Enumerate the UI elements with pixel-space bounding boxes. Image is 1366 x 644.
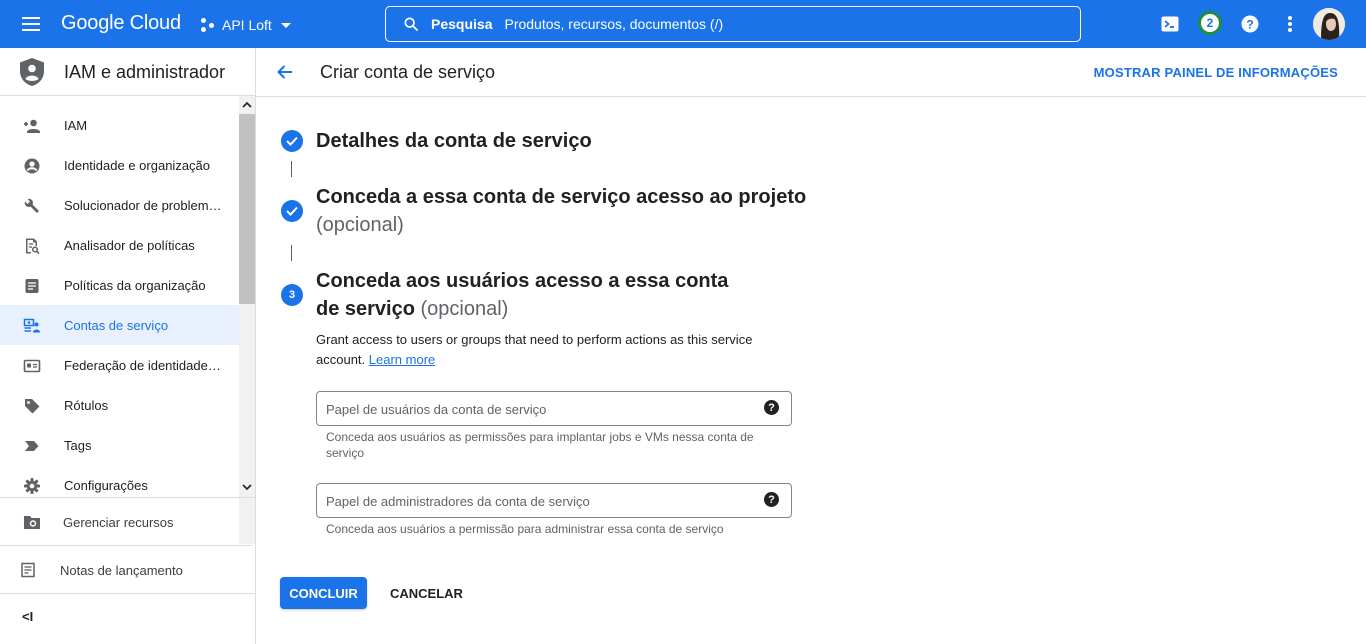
release-notes-label: Notas de lançamento: [60, 563, 183, 578]
folder-gear-icon: [24, 516, 40, 529]
document-icon: [25, 279, 39, 293]
sidebar-item-labels[interactable]: Rótulos: [0, 385, 239, 425]
scroll-up-icon[interactable]: [241, 99, 253, 111]
sidebar-item-label: Rótulos: [64, 398, 109, 413]
sidebar-item-label: Contas de serviço: [64, 318, 169, 333]
scroll-down-icon[interactable]: [241, 481, 253, 493]
step-connector: [291, 245, 292, 261]
step-3-title-text: Conceda aos usuários acesso a essa conta…: [316, 270, 729, 320]
service-account-admins-role-field[interactable]: Papel de administradores da conta de ser…: [316, 483, 792, 518]
divider: [0, 593, 255, 594]
release-notes-link[interactable]: Notas de lançamento: [0, 545, 252, 593]
id-card-icon: [23, 359, 41, 373]
project-selector[interactable]: API Loft: [201, 14, 291, 36]
sidebar-item-label: Identidade e organização: [64, 158, 211, 173]
wrench-icon: [24, 198, 39, 213]
field-hint: Conceda aos usuários as permissões para …: [326, 430, 754, 460]
cancel-button[interactable]: CANCELAR: [390, 586, 463, 601]
service-account-users-role-field[interactable]: Papel de usuários da conta de serviço ?: [316, 391, 792, 426]
help-icon[interactable]: ?: [764, 400, 779, 415]
field-hint: Conceda aos usuários a permissão para ad…: [326, 522, 724, 536]
optional-label: (opcional): [420, 298, 509, 320]
sidebar-header: IAM e administrador: [0, 48, 255, 96]
learn-more-link[interactable]: Learn more: [369, 352, 435, 367]
sidebar-title: IAM e administrador: [64, 62, 226, 82]
project-icon: [201, 18, 215, 32]
step-1-title[interactable]: Detalhes da conta de serviço: [316, 127, 816, 155]
cloud-shell-icon[interactable]: [1158, 12, 1182, 36]
label-icon: [25, 399, 40, 414]
help-icon[interactable]: ?: [764, 492, 779, 507]
search-label: Pesquisa: [431, 16, 493, 32]
more-vert-icon[interactable]: [1278, 12, 1302, 36]
manage-resources-link[interactable]: Gerenciar recursos: [0, 497, 255, 545]
sidebar: IAM e administrador IAM Identidade e org…: [0, 48, 256, 644]
sidebar-item-label: Tags: [64, 438, 92, 453]
manage-resources-label: Gerenciar recursos: [63, 515, 174, 530]
sidebar-scrollbar-thumb[interactable]: [239, 114, 255, 304]
sidebar-item-workload-federation[interactable]: Federação de identidade da carga: [0, 345, 239, 385]
search-input[interactable]: Produtos, recursos, documentos (/): [504, 16, 723, 32]
sidebar-item-label: Analisador de políticas: [64, 238, 195, 253]
sidebar-item-identity[interactable]: Identidade e organização: [0, 145, 239, 185]
policy-analyzer-icon: [26, 238, 40, 255]
step-2-title[interactable]: Conceda a essa conta de serviço acesso a…: [316, 183, 816, 239]
service-account-icon: [23, 318, 40, 333]
field-placeholder: Papel de usuários da conta de serviço: [326, 402, 547, 417]
sidebar-nav: IAM Identidade e organização Solucionado…: [0, 105, 239, 543]
sidebar-item-label: Federação de identidade da carga: [64, 358, 224, 373]
optional-label: (opcional): [316, 214, 404, 236]
sidebar-item-troubleshooter[interactable]: Solucionador de problemas de polí: [0, 185, 239, 225]
sidebar-item-tags[interactable]: Tags: [0, 425, 239, 465]
gear-icon: [24, 478, 40, 494]
person-add-icon: [24, 119, 40, 133]
sidebar-item-label: Configurações: [64, 478, 148, 493]
sidebar-item-label: Solucionador de problemas de polí: [64, 198, 224, 213]
sidebar-item-label: IAM: [64, 118, 88, 133]
top-bar: Google Cloud API Loft Pesquisa Produtos,…: [0, 0, 1366, 48]
shield-icon: [20, 58, 44, 86]
help-icon[interactable]: ?: [1238, 12, 1262, 36]
sidebar-item-iam[interactable]: IAM: [0, 105, 239, 145]
notes-icon: [21, 562, 35, 578]
sidebar-item-org-policies[interactable]: Políticas da organização: [0, 265, 239, 305]
sidebar-item-policy-analyzer[interactable]: Analisador de políticas: [0, 225, 239, 265]
step-2-title-text: Conceda a essa conta de serviço acesso a…: [316, 186, 807, 208]
search-bar[interactable]: Pesquisa Produtos, recursos, documentos …: [385, 6, 1081, 42]
step-connector: [291, 161, 292, 177]
step-3-title: Conceda aos usuários acesso a essa conta…: [316, 267, 746, 323]
sidebar-item-service-accounts[interactable]: Contas de serviço: [0, 305, 239, 345]
done-button[interactable]: CONCLUIR: [280, 577, 367, 609]
collapse-sidebar-icon[interactable]: <I: [22, 609, 40, 627]
search-icon: [404, 17, 418, 31]
notifications-badge[interactable]: 2: [1198, 11, 1222, 35]
back-arrow-icon[interactable]: [275, 62, 295, 82]
page-header: Criar conta de serviço MOSTRAR PAINEL DE…: [256, 48, 1366, 97]
menu-icon[interactable]: [20, 14, 44, 34]
page-title: Criar conta de serviço: [320, 62, 496, 82]
tag-icon: [25, 441, 39, 451]
account-circle-icon: [24, 158, 40, 174]
check-circle-icon: [281, 130, 303, 152]
sidebar-item-label: Políticas da organização: [64, 278, 206, 293]
project-name: API Loft: [222, 17, 272, 33]
field-placeholder: Papel de administradores da conta de ser…: [326, 494, 590, 509]
step-number-badge: 3: [281, 284, 303, 306]
show-info-panel-button[interactable]: MOSTRAR PAINEL DE INFORMAÇÕES: [1094, 65, 1338, 80]
check-circle-icon: [281, 200, 303, 222]
step-description: Grant access to users or groups that nee…: [316, 330, 776, 370]
google-cloud-logo[interactable]: Google Cloud: [61, 12, 181, 35]
svg-text:?: ?: [1246, 18, 1253, 32]
chevron-down-icon: [280, 22, 291, 28]
avatar[interactable]: [1313, 8, 1345, 40]
